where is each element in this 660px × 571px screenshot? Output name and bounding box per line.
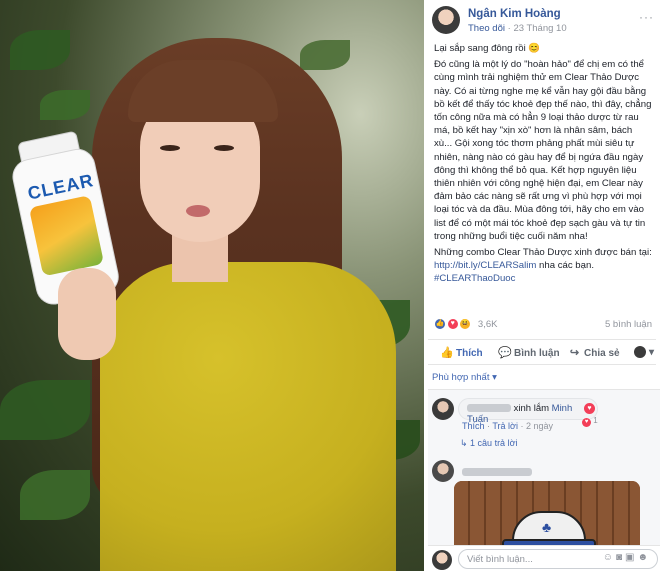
- camera-icon[interactable]: ◙: [616, 552, 625, 563]
- post-hashtag[interactable]: #CLEARThaoDuoc: [434, 273, 515, 284]
- post-photo[interactable]: CLEAR: [0, 0, 424, 571]
- avatar-small-icon: [634, 346, 646, 359]
- share-arrow-icon: ↪: [569, 347, 580, 359]
- composer-tools: ☺◙▣☻: [603, 552, 651, 563]
- comment-reply-link[interactable]: Trả lời: [492, 421, 518, 431]
- speech-bubble-icon: 💬: [498, 347, 512, 359]
- post-link-suffix: nha các bạn.: [536, 260, 594, 272]
- foliage: [40, 90, 90, 120]
- foliage: [0, 380, 90, 440]
- comment-bubble: xinh lắm Minh Tuấn: [458, 398, 598, 425]
- left-eye: [160, 145, 180, 151]
- thumbs-up-icon: 👍: [440, 347, 454, 359]
- reaction-count[interactable]: 3,6K: [478, 319, 498, 330]
- post-paragraph: Đó cũng là một lý do "hoàn hảo" để chị e…: [434, 59, 652, 242]
- comment-age[interactable]: 2 ngày: [526, 421, 553, 431]
- follow-link[interactable]: Theo dõi: [468, 23, 505, 34]
- commenter-avatar[interactable]: [432, 460, 454, 482]
- audience-selector[interactable]: ▾: [634, 345, 654, 361]
- yellow-sweater: [100, 262, 396, 571]
- post-paragraph: Những combo Clear Thảo Dược xinh được bá…: [434, 246, 652, 286]
- like-label: Thích: [456, 348, 483, 359]
- post-meta: Theo dõi · 23 Tháng 10: [468, 23, 567, 34]
- commenter-avatar[interactable]: [432, 398, 454, 420]
- love-reaction-icon: ♥: [446, 318, 459, 330]
- comment-text: xinh lắm: [513, 403, 552, 414]
- comment-input[interactable]: Viết bình luận... ☺◙▣☻: [458, 549, 658, 569]
- author-name[interactable]: Ngân Kim Hoàng: [468, 8, 561, 20]
- gif-icon[interactable]: ▣: [625, 552, 637, 563]
- heart-icon: ♥: [582, 418, 591, 427]
- comment-composer: Viết bình luận... ☺◙▣☻: [428, 545, 660, 571]
- comment-reaction[interactable]: ♥ 1: [582, 416, 598, 427]
- post-paragraph-text: Những combo Clear Thảo Dược xinh được bá…: [434, 247, 652, 259]
- comment-count[interactable]: 5 bình luận: [605, 319, 652, 330]
- comment-button[interactable]: 💬 Bình luận: [498, 345, 560, 361]
- comment-like-link[interactable]: Thích: [462, 421, 485, 431]
- haha-reaction-icon: 😆: [459, 318, 472, 330]
- foliage: [20, 470, 90, 520]
- lips: [186, 205, 210, 217]
- commenter-name-blurred: [462, 466, 532, 478]
- emoji-icon[interactable]: ☺: [603, 552, 616, 563]
- share-button[interactable]: ↪ Chia sẻ: [568, 345, 620, 361]
- post-header: Ngân Kim Hoàng Theo dõi · 23 Tháng 10 ··…: [432, 6, 660, 36]
- foliage: [10, 30, 70, 70]
- blurred-name: [467, 404, 511, 413]
- post-paragraph: Lại sắp sang đông rồi 😊: [434, 43, 541, 54]
- author-avatar[interactable]: [432, 6, 460, 34]
- hand: [58, 268, 116, 360]
- chevron-down-icon: ▾: [492, 372, 497, 383]
- comment-placeholder: Viết bình luận...: [467, 554, 533, 565]
- more-options-icon[interactable]: ···: [639, 10, 654, 24]
- like-reaction-icon: 👍: [434, 318, 446, 330]
- comment-label: Bình luận: [514, 348, 560, 359]
- post-body: Lại sắp sang đông rồi 😊 Đó cũng là một l…: [434, 42, 652, 289]
- share-label: Chia sẻ: [584, 348, 620, 359]
- comment-sort-filter[interactable]: Phù hợp nhất ▾: [432, 372, 497, 383]
- comment-actions: Thích · Trả lời · 2 ngày: [462, 421, 553, 431]
- current-user-avatar: [432, 550, 452, 570]
- sticker-icon[interactable]: ☻: [637, 552, 651, 563]
- heart-icon: ♥: [584, 403, 595, 414]
- blurred-name: [462, 468, 532, 477]
- reply-arrow-icon: ↳: [460, 438, 471, 448]
- replies-label: 1 câu trả lời: [470, 438, 518, 448]
- post-link[interactable]: http://bit.ly/CLEARSalim: [434, 260, 536, 271]
- view-replies-link[interactable]: ↳ 1 câu trả lời: [460, 438, 517, 449]
- comment-reaction-count: 1: [593, 416, 598, 425]
- action-bar: 👍 Thích 💬 Bình luận ↪ Chia sẻ ▾: [428, 339, 656, 365]
- foliage: [300, 40, 350, 70]
- like-button[interactable]: 👍 Thích: [440, 345, 483, 361]
- comment-sort-label: Phù hợp nhất: [432, 372, 490, 383]
- pine-tree-icon: ♣: [542, 519, 552, 535]
- chevron-down-icon: ▾: [649, 347, 655, 358]
- reaction-summary[interactable]: 👍 ♥ 😆 3,6K 5 bình luận: [434, 318, 652, 332]
- post-timestamp[interactable]: 23 Tháng 10: [513, 23, 566, 34]
- right-eye: [214, 145, 234, 151]
